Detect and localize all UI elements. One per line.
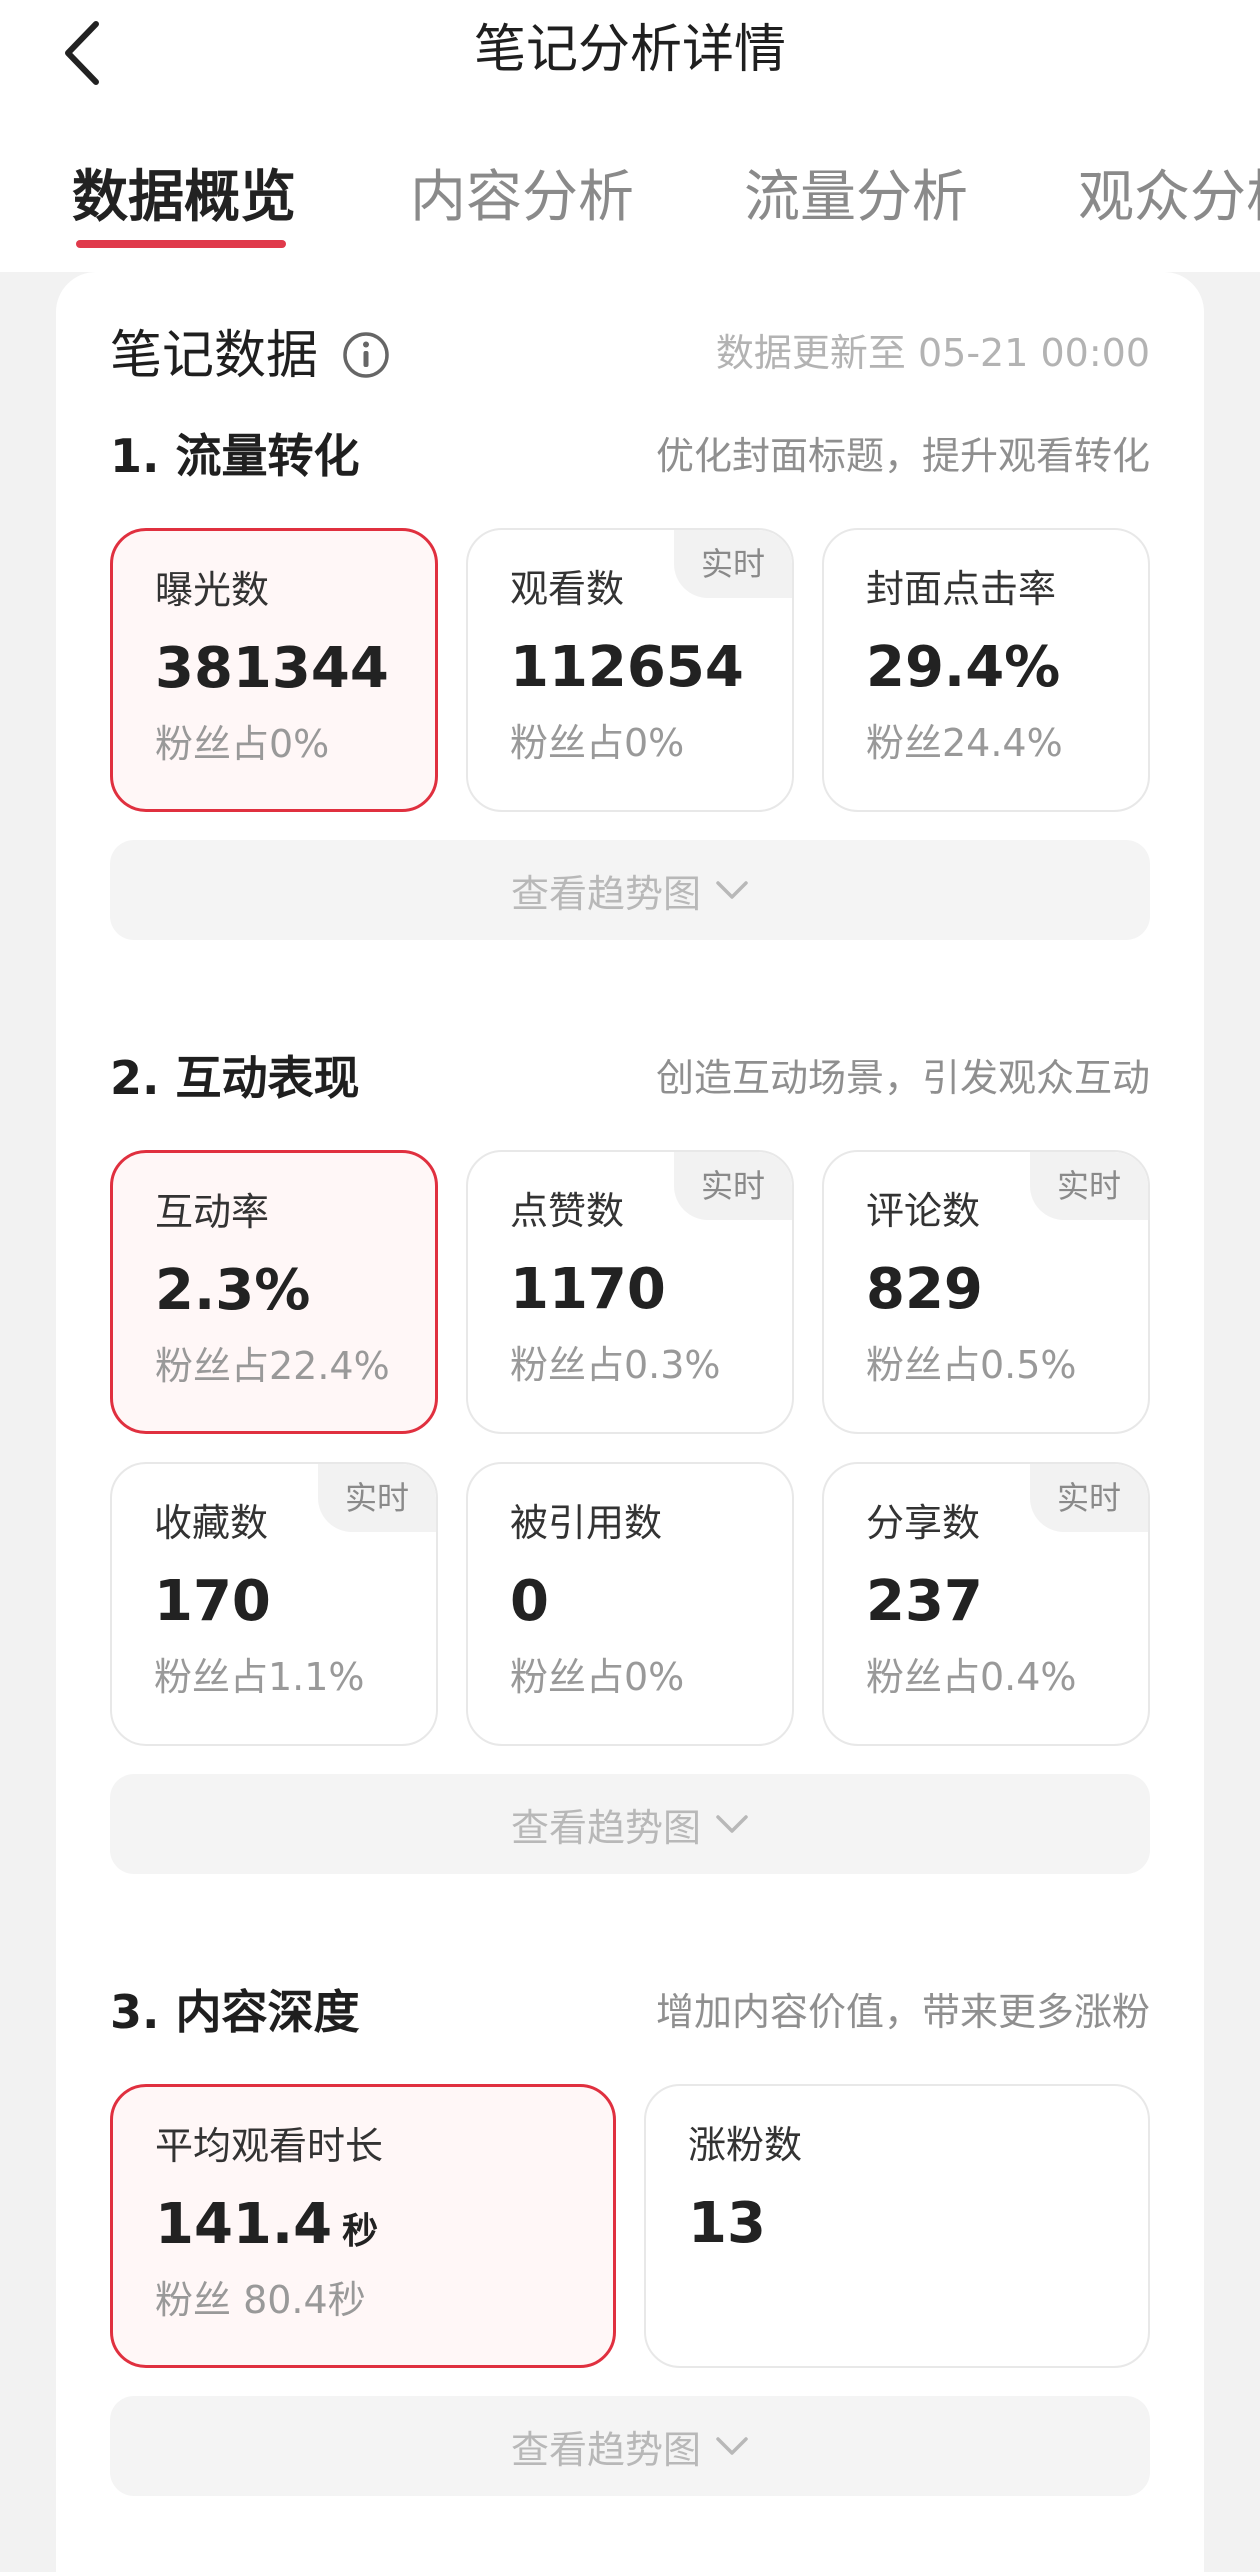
section-title-interaction: 2. 互动表现 [110, 1051, 360, 1105]
active-tab-indicator [76, 240, 286, 248]
tab-traffic-analysis[interactable]: 流量分析 [744, 150, 968, 250]
metric-fan-share: 粉丝占0% [155, 722, 330, 766]
metric-citations[interactable]: 被引用数 0 粉丝占0% [466, 1462, 794, 1746]
section-tip-content-depth: 增加内容价值，带来更多涨粉 [655, 1990, 1150, 2034]
metric-label: 互动率 [155, 1190, 270, 1234]
view-trend-button-traffic[interactable]: 查看趋势图 [110, 840, 1150, 940]
metric-fan-share: 粉丝占0.5% [866, 1343, 1077, 1387]
metric-value: 0 [510, 1569, 549, 1634]
realtime-badge: 实时 [1030, 1464, 1148, 1532]
section-tip-interaction: 创造互动场景，引发观众互动 [655, 1056, 1150, 1100]
top-bar: 笔记分析详情 数据概览 内容分析 流量分析 观众分析 [0, 0, 1260, 272]
metric-value: 13 [688, 2191, 766, 2256]
tab-content-analysis[interactable]: 内容分析 [410, 150, 634, 250]
metric-value: 829 [866, 1257, 983, 1322]
view-trend-button-interaction[interactable]: 查看趋势图 [110, 1774, 1150, 1874]
metric-impressions[interactable]: 曝光数 381344 粉丝占0% [110, 528, 438, 812]
metric-fan-share: 粉丝占22.4% [155, 1344, 390, 1388]
card-title: 笔记数据 [110, 326, 319, 386]
metric-likes[interactable]: 实时 点赞数 1170 粉丝占0.3% [466, 1150, 794, 1434]
realtime-badge: 实时 [318, 1464, 436, 1532]
metric-unit: 秒 [342, 2211, 379, 2252]
realtime-badge: 实时 [1030, 1152, 1148, 1220]
note-data-card: 笔记数据 数据更新至 05-21 00:00 1. 流量转化 优化封面标题，提升… [56, 272, 1204, 2572]
metric-value: 29.4% [866, 635, 1061, 700]
metric-fan-share: 粉丝占0% [510, 1655, 685, 1699]
metric-fan-share: 粉丝 80.4秒 [155, 2278, 366, 2322]
section-tip-traffic: 优化封面标题，提升观看转化 [655, 434, 1150, 478]
trend-label: 查看趋势图 [510, 1805, 701, 1850]
metric-label: 封面点击率 [866, 567, 1057, 611]
chevron-down-icon [716, 2437, 748, 2455]
metric-label: 收藏数 [154, 1501, 269, 1545]
metric-views[interactable]: 实时 观看数 112654 粉丝占0% [466, 528, 794, 812]
metric-cover-ctr[interactable]: 封面点击率 29.4% 粉丝24.4% [822, 528, 1150, 812]
metric-label: 涨粉数 [688, 2123, 803, 2167]
metric-fan-share: 粉丝占1.1% [154, 1655, 365, 1699]
chevron-down-icon [716, 1815, 748, 1833]
section-title-traffic: 1. 流量转化 [110, 429, 360, 483]
metric-interaction-rate[interactable]: 互动率 2.3% 粉丝占22.4% [110, 1150, 438, 1434]
realtime-badge: 实时 [674, 530, 792, 598]
metric-new-followers[interactable]: 涨粉数 13 [644, 2084, 1150, 2368]
data-update-time: 数据更新至 05-21 00:00 [715, 331, 1150, 375]
info-circle-icon[interactable] [341, 330, 391, 380]
metric-fan-share: 粉丝占0.4% [866, 1655, 1077, 1699]
metric-label: 评论数 [866, 1189, 981, 1233]
chevron-down-icon [716, 881, 748, 899]
tab-bar: 数据概览 内容分析 流量分析 观众分析 [0, 150, 1260, 260]
metric-label: 曝光数 [155, 568, 270, 612]
metric-fan-share: 粉丝占0% [510, 721, 685, 765]
metric-label: 观看数 [510, 567, 625, 611]
metric-label: 被引用数 [510, 1501, 663, 1545]
trend-label: 查看趋势图 [510, 871, 701, 916]
metric-value: 141.4 [155, 2192, 333, 2257]
metric-collects[interactable]: 实时 收藏数 170 粉丝占1.1% [110, 1462, 438, 1746]
realtime-badge: 实时 [674, 1152, 792, 1220]
page-title: 笔记分析详情 [473, 20, 786, 80]
metric-fan-share: 粉丝24.4% [866, 721, 1063, 765]
tab-data-overview[interactable]: 数据概览 [72, 150, 296, 250]
metric-value: 1170 [510, 1257, 666, 1322]
metric-value: 170 [154, 1569, 271, 1634]
metric-value: 112654 [510, 635, 744, 700]
section-title-content-depth: 3. 内容深度 [110, 1985, 360, 2039]
metric-label: 平均观看时长 [155, 2124, 384, 2168]
metric-shares[interactable]: 实时 分享数 237 粉丝占0.4% [822, 1462, 1150, 1746]
trend-label: 查看趋势图 [510, 2427, 701, 2472]
metric-label: 分享数 [866, 1501, 981, 1545]
metric-value-wrapper: 141.4 秒 [155, 2189, 378, 2268]
metric-avg-watch-time[interactable]: 平均观看时长 141.4 秒 粉丝 80.4秒 [110, 2084, 616, 2368]
metric-value: 237 [866, 1569, 983, 1634]
metric-label: 点赞数 [510, 1189, 625, 1233]
tab-audience-analysis[interactable]: 观众分析 [1078, 150, 1260, 250]
metric-comments[interactable]: 实时 评论数 829 粉丝占0.5% [822, 1150, 1150, 1434]
metric-value: 381344 [155, 636, 389, 701]
metric-value: 2.3% [155, 1258, 311, 1323]
view-trend-button-content-depth[interactable]: 查看趋势图 [110, 2396, 1150, 2496]
metric-fan-share: 粉丝占0.3% [510, 1343, 721, 1387]
